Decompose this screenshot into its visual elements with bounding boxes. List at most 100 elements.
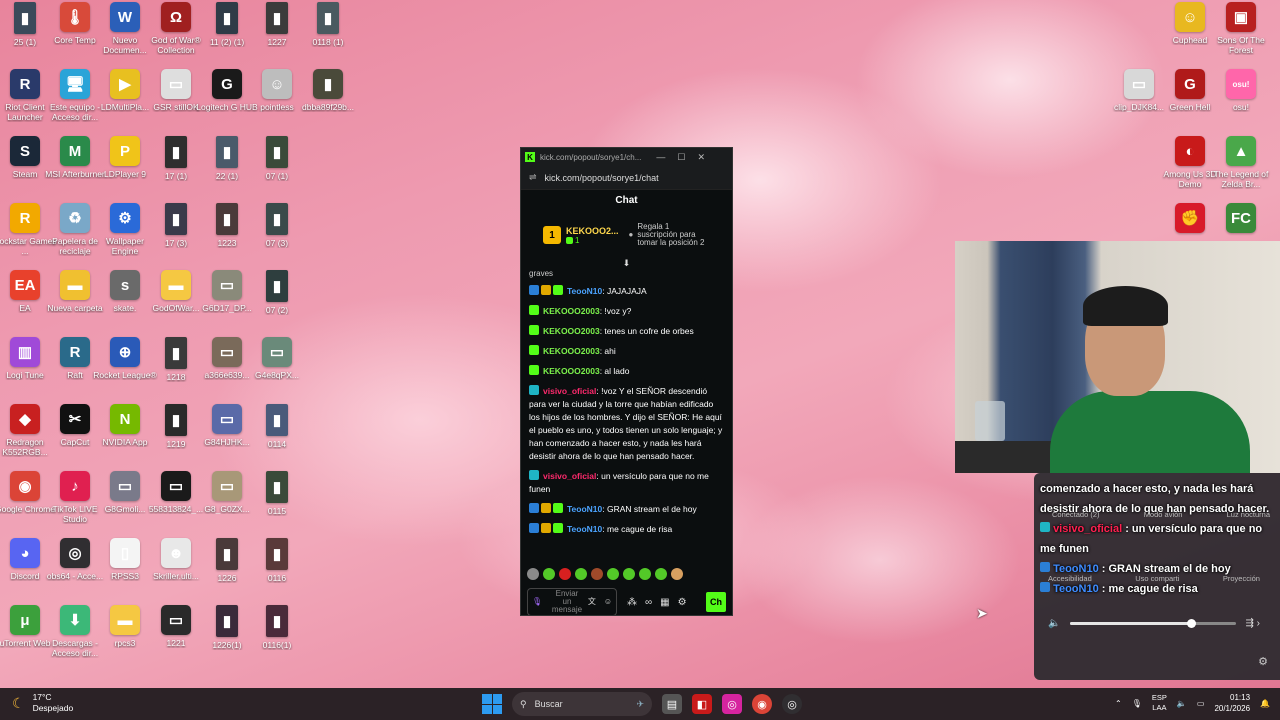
scroll-down-icon[interactable]: ⬇: [521, 258, 732, 270]
desktop-icon[interactable]: ▮ 0116(1): [244, 605, 310, 669]
desktop-icon-image: ▮: [266, 471, 288, 503]
chat-username[interactable]: TeooN10: [567, 286, 602, 296]
tile-label-accessibility[interactable]: Accesibilidad: [1048, 574, 1092, 583]
kick-logo-icon: K: [525, 152, 535, 162]
tile-label-airplane[interactable]: Modo avión: [1144, 510, 1183, 519]
emote-icon[interactable]: [559, 568, 571, 580]
chat-username[interactable]: KEKOOO2003: [543, 326, 600, 336]
tile-label-night-light[interactable]: Luz nocturna: [1227, 510, 1270, 519]
url-text: kick.com/popout/sorye1/chat: [544, 172, 659, 183]
desktop-icon-image: ▭: [1124, 69, 1154, 99]
infinity-icon[interactable]: ∞: [645, 597, 652, 608]
emote-icon[interactable]: [639, 568, 651, 580]
desktop-icon[interactable]: ▮ 0114: [244, 404, 310, 468]
start-button[interactable]: [482, 694, 502, 714]
maximize-button[interactable]: ☐: [677, 152, 685, 163]
desktop-icon[interactable]: ▮ 07 (3): [244, 203, 310, 267]
emote-icon[interactable]: [655, 568, 667, 580]
minimize-button[interactable]: —: [656, 152, 665, 162]
audio-output-icon[interactable]: ⇶ ›: [1246, 618, 1261, 629]
desktop-icon[interactable]: ▲ The Legend of Zelda Br...: [1208, 136, 1274, 200]
desktop-icon-image: ▮: [313, 69, 343, 99]
sub-icon: [566, 236, 573, 244]
chat-message: KEKOOO2003: tenes un cofre de orbes: [529, 325, 724, 338]
badge-icon: [553, 523, 563, 533]
close-button[interactable]: ✕: [697, 152, 705, 163]
emoji-icon[interactable]: ☺: [604, 598, 612, 606]
gift-prompt[interactable]: ● Regala 1 suscripción para tomar la pos…: [629, 223, 709, 247]
emote-icon[interactable]: [591, 568, 603, 580]
emote-icon[interactable]: [671, 568, 683, 580]
battery-icon[interactable]: ▭: [1197, 699, 1205, 708]
desktop-icon[interactable]: ▮ dbba89f29b...: [295, 69, 361, 133]
emote-icon[interactable]: [607, 568, 619, 580]
desktop-icon-image: ▮: [216, 605, 238, 637]
file-explorer-icon[interactable]: ▤: [662, 694, 682, 714]
emote-icon[interactable]: [527, 568, 539, 580]
desktop-icon[interactable]: ▮ 07 (1): [244, 136, 310, 200]
chat-text: : JAJAJAJA: [602, 286, 647, 296]
desktop-icon-image: FC: [1226, 203, 1256, 233]
desktop-icon[interactable]: ▭ G4e8qPX...: [244, 337, 310, 401]
tile-label-bluetooth[interactable]: Conectado (2): [1052, 510, 1100, 519]
tile-label-nearby-share[interactable]: Uso comparti: [1135, 574, 1179, 583]
store-icon[interactable]: ▦: [660, 597, 669, 608]
desktop-icon-image: ▭: [212, 270, 242, 300]
volume-slider[interactable]: [1070, 619, 1236, 628]
desktop-icon[interactable]: ▣ Sons Of The Forest: [1208, 2, 1274, 66]
chat-username[interactable]: KEKOOO2003: [543, 366, 600, 376]
emote-icon[interactable]: [543, 568, 555, 580]
desktop-icon-image: ◐: [1175, 136, 1205, 166]
notification-icon[interactable]: 🔔: [1260, 699, 1270, 708]
volume-knob[interactable]: [1186, 619, 1196, 628]
chrome-icon[interactable]: ◉: [752, 694, 772, 714]
chat-input[interactable]: 🎙 Enviar un mensaje 文 ☺: [527, 588, 617, 615]
desktop-icon[interactable]: osu! osu!: [1208, 69, 1274, 133]
tile-label-project[interactable]: Proyección: [1223, 574, 1260, 583]
site-settings-icon[interactable]: ⇌: [529, 172, 537, 183]
url-bar[interactable]: ⇌ kick.com/popout/sorye1/chat: [521, 166, 732, 190]
desktop-icon[interactable]: ▮ 07 (2): [244, 270, 310, 334]
chat-username[interactable]: KEKOOO2003: [543, 346, 600, 356]
desktop-icon[interactable]: ▮ 0118 (1): [295, 2, 361, 66]
desktop-icon-image: ▶: [110, 69, 140, 99]
language-indicator[interactable]: ESP LAA: [1152, 693, 1167, 713]
points-icon[interactable]: ⁂: [627, 597, 637, 608]
quick-settings-row-bottom: Accesibilidad Uso comparti Proyección: [1048, 574, 1260, 583]
obs-icon[interactable]: ◎: [782, 694, 802, 714]
chat-username[interactable]: visivo_oficial: [543, 386, 596, 396]
badge-icon: [529, 470, 539, 480]
emote-icon[interactable]: [623, 568, 635, 580]
settings-icon[interactable]: ⚙: [678, 597, 687, 608]
desktop-icon-image: ▮: [216, 203, 238, 235]
emote-icon[interactable]: [575, 568, 587, 580]
quick-settings-panel: comenzado a hacer esto, y nada les hará …: [1034, 473, 1280, 680]
instagram-icon[interactable]: ◎: [722, 694, 742, 714]
chevron-up-icon[interactable]: ⌃: [1115, 699, 1122, 708]
desktop-icon[interactable]: ▮ 0116: [244, 538, 310, 602]
settings-gear-icon[interactable]: ⚙: [1258, 655, 1268, 668]
mic-tray-icon[interactable]: 🎙: [1132, 699, 1142, 708]
clock[interactable]: 01:13 20/1/2026: [1214, 692, 1250, 714]
desktop-icon[interactable]: ▮ 0115: [244, 471, 310, 535]
gift-icon: ●: [628, 230, 634, 239]
desktop-icon-image: ▮: [266, 270, 288, 302]
chat-username[interactable]: KEKOOO2003: [543, 306, 600, 316]
mic-icon[interactable]: 🎙: [532, 598, 542, 606]
speaker-tray-icon[interactable]: 🔈: [1177, 699, 1187, 708]
chat-username[interactable]: TeooN10: [567, 504, 602, 514]
window-titlebar[interactable]: K kick.com/popout/sorye1/ch... — ☐ ✕: [521, 148, 732, 166]
chat-username[interactable]: TeooN10: [567, 524, 602, 534]
send-button[interactable]: Ch: [706, 592, 726, 612]
translate-icon[interactable]: 文: [588, 598, 596, 606]
desktop-icon-image: 🌡: [60, 2, 90, 32]
rank-badge: 1: [543, 226, 561, 244]
weather-widget[interactable]: ☾ 17°C Despejado: [12, 692, 73, 714]
capcut-taskbar-icon[interactable]: ◧: [692, 694, 712, 714]
top-gifter-name[interactable]: KEKOOO2...: [566, 226, 619, 236]
chat-username[interactable]: visivo_oficial: [543, 471, 596, 481]
chat-message: visivo_oficial: !voz Y el SEÑOR descendi…: [529, 385, 724, 463]
desktop-icon-image: ▣: [1226, 2, 1256, 32]
taskbar-search[interactable]: ⚲ Buscar ✈: [512, 692, 652, 716]
speaker-icon[interactable]: 🔈: [1048, 618, 1060, 629]
